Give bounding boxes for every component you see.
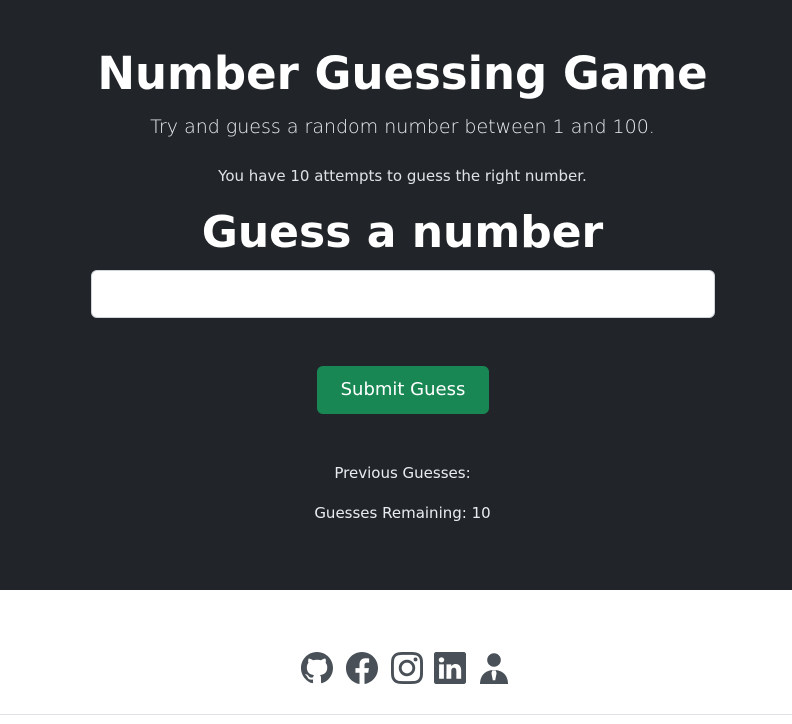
github-link[interactable] [301,652,333,684]
linkedin-icon [434,652,466,684]
instagram-link[interactable] [391,652,423,684]
facebook-link[interactable] [346,652,378,684]
submit-guess-button[interactable]: Submit Guess [317,366,489,414]
guess-heading: Guess a number [201,207,604,258]
facebook-icon [346,652,378,684]
person-link[interactable] [478,652,510,684]
previous-guesses: Previous Guesses: [334,464,471,482]
game-description: Try and guess a random number between 1 … [150,116,655,138]
guess-input[interactable] [91,270,715,318]
page-title: Number Guessing Game [97,47,708,100]
game-section: Number Guessing Game Try and guess a ran… [0,0,792,590]
social-links [301,652,510,684]
linkedin-link[interactable] [434,652,466,684]
github-icon [301,652,333,684]
footer [0,590,792,724]
instagram-icon [391,652,423,684]
person-icon [480,653,508,684]
footer-divider [0,714,792,715]
guesses-remaining: Guesses Remaining: 10 [314,504,491,522]
attempts-info: You have 10 attempts to guess the right … [218,167,587,185]
